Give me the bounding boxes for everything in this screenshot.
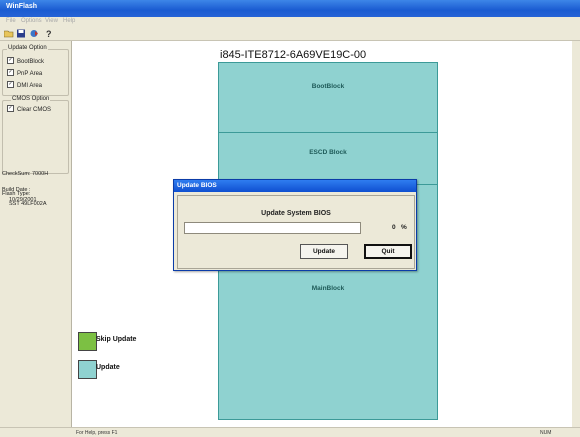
escd-block-label: ESCD Block <box>309 149 347 156</box>
skip-update-label: Skip Update <box>96 336 137 343</box>
open-icon[interactable] <box>4 29 14 38</box>
update-option-title: Update Option <box>7 45 48 51</box>
dmi-area-checkbox[interactable]: ✓ DMI Area <box>7 81 43 90</box>
dialog-title: Update BIOS <box>177 182 217 189</box>
bootblock-checkbox[interactable]: ✓ BootBlock <box>7 57 45 66</box>
update-label: Update <box>96 364 120 371</box>
check-icon: ✓ <box>7 105 14 112</box>
mainblock-block-label: MainBlock <box>311 285 345 292</box>
title-bar: WinFlash <box>0 0 580 17</box>
dialog-title-bar[interactable]: Update BIOS <box>174 180 416 192</box>
check-icon: ✓ <box>7 81 14 88</box>
right-border <box>572 41 580 427</box>
flash-type-value: SST 49LF002A <box>9 201 47 207</box>
check-icon: ✓ <box>7 57 14 64</box>
menu-help[interactable]: Help <box>63 18 75 24</box>
check-icon: ✓ <box>7 69 14 76</box>
num-lock-indicator: NUM <box>540 430 552 436</box>
left-panel: Update Option ✓ BootBlock ✓ PnP Area ✓ DMI … <box>0 41 72 427</box>
dialog-message: Update System BIOS <box>261 210 331 217</box>
skip-update-swatch <box>78 332 97 351</box>
checksum-text: CheckSum: 7000H <box>2 171 49 177</box>
pnp-area-checkbox[interactable]: ✓ PnP Area <box>7 69 43 78</box>
progress-value: 0 <box>392 224 396 231</box>
status-bar: For Help, press F1 NUM <box>0 427 580 437</box>
flash-type-label: Flash Type: <box>2 191 31 197</box>
progress-unit: % <box>401 224 407 231</box>
save-icon[interactable] <box>16 29 26 38</box>
toolbar: ? <box>0 27 580 41</box>
dmi-area-label: DMI Area <box>17 83 43 90</box>
clear-cmos-label: Clear CMOS <box>17 107 52 114</box>
progress-bar <box>184 222 361 234</box>
update-option-group: Update Option ✓ BootBlock ✓ PnP Area ✓ DMI … <box>2 45 69 96</box>
cmos-option-group: CMOS Option ✓ Clear CMOS <box>2 96 69 174</box>
cmos-option-title: CMOS Option <box>11 96 51 102</box>
svg-text:?: ? <box>46 29 52 38</box>
menu-file[interactable]: File <box>6 18 16 24</box>
update-swatch <box>78 360 97 379</box>
flash-icon[interactable] <box>30 29 40 38</box>
menu-view[interactable]: View <box>45 18 58 24</box>
progress-percent: 0 % <box>392 224 407 231</box>
menu-options[interactable]: Options <box>21 18 42 24</box>
dialog-content: Update System BIOS 0 % Update Quit <box>177 195 415 269</box>
update-button[interactable]: Update <box>300 244 348 259</box>
clear-cmos-checkbox[interactable]: ✓ Clear CMOS <box>7 105 52 114</box>
bootblock-label: BootBlock <box>17 59 45 66</box>
update-bios-dialog: Update BIOS Update System BIOS 0 % Updat… <box>173 179 417 271</box>
escd-block: ESCD Block <box>218 132 438 186</box>
pnp-area-label: PnP Area <box>17 71 43 78</box>
bootblock-block-label: BootBlock <box>311 83 345 90</box>
window-title: WinFlash <box>6 3 38 10</box>
bootblock-block: BootBlock <box>218 62 438 134</box>
chip-title: i845-ITE8712-6A69VE19C-00 <box>220 49 367 61</box>
status-text: For Help, press F1 <box>76 430 118 436</box>
quit-button[interactable]: Quit <box>364 244 412 259</box>
menu-bar: File Options View Help <box>0 17 580 27</box>
help-icon[interactable]: ? <box>44 29 54 38</box>
